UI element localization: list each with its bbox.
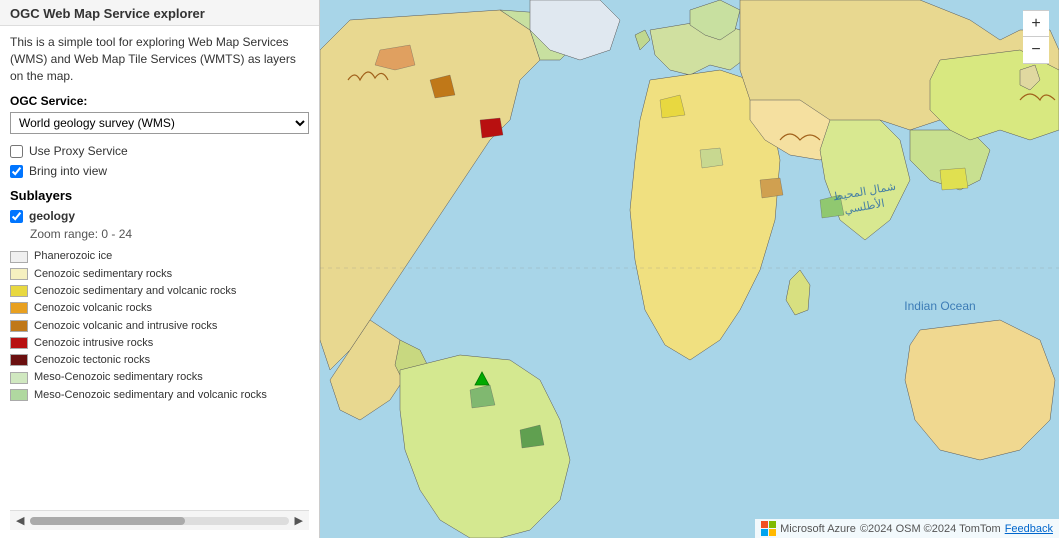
map-container[interactable]: شمال المحيط الأطلسي Indian Ocean + − Mic… bbox=[320, 0, 1059, 538]
legend-label: Cenozoic volcanic and intrusive rocks bbox=[34, 319, 217, 333]
ms-sq-blue bbox=[761, 529, 768, 536]
zoom-range: Zoom range: 0 - 24 bbox=[30, 227, 309, 241]
map-svg: شمال المحيط الأطلسي Indian Ocean bbox=[320, 0, 1059, 538]
sidebar: OGC Web Map Service explorer This is a s… bbox=[0, 0, 320, 538]
horizontal-scrollbar[interactable] bbox=[30, 517, 288, 525]
zoom-in-button[interactable]: + bbox=[1023, 11, 1049, 37]
legend-color-swatch bbox=[10, 389, 28, 401]
ms-logo-grid bbox=[761, 521, 776, 536]
map-zoom-controls: + − bbox=[1023, 10, 1049, 64]
sidebar-content: This is a simple tool for exploring Web … bbox=[0, 26, 319, 538]
use-proxy-checkbox[interactable] bbox=[10, 145, 23, 158]
legend-item: Phanerozoic ice bbox=[10, 249, 309, 263]
microsoft-logo bbox=[761, 521, 776, 536]
legend-label: Cenozoic sedimentary rocks bbox=[34, 267, 172, 281]
legend-item: Cenozoic tectonic rocks bbox=[10, 353, 309, 367]
bring-into-view-row: Bring into view bbox=[10, 164, 309, 178]
legend-item: Cenozoic volcanic and intrusive rocks bbox=[10, 319, 309, 333]
scroll-left-arrow[interactable]: ◀ bbox=[16, 514, 24, 527]
legend-color-swatch bbox=[10, 285, 28, 297]
sublayer-geology-label: geology bbox=[29, 209, 75, 223]
ms-sq-red bbox=[761, 521, 768, 528]
legend-scroll-wrapper: Phanerozoic ice Cenozoic sedimentary roc… bbox=[10, 249, 309, 510]
zoom-out-button[interactable]: − bbox=[1023, 37, 1049, 63]
legend-color-swatch bbox=[10, 251, 28, 263]
legend-label: Cenozoic intrusive rocks bbox=[34, 336, 153, 350]
legend-label: Cenozoic tectonic rocks bbox=[34, 353, 150, 367]
ogc-service-label: OGC Service: bbox=[10, 94, 309, 108]
legend-item: Cenozoic volcanic rocks bbox=[10, 301, 309, 315]
legend-item: Cenozoic intrusive rocks bbox=[10, 336, 309, 350]
legend-list[interactable]: Phanerozoic ice Cenozoic sedimentary roc… bbox=[10, 249, 309, 510]
sidebar-description: This is a simple tool for exploring Web … bbox=[10, 34, 309, 84]
legend-label: Cenozoic volcanic rocks bbox=[34, 301, 152, 315]
feedback-link[interactable]: Feedback bbox=[1005, 523, 1053, 535]
bottom-scroll-controls: ◀ ▶ bbox=[10, 510, 309, 530]
legend-color-swatch bbox=[10, 372, 28, 384]
sublayers-title: Sublayers bbox=[10, 188, 309, 203]
horizontal-scrollbar-thumb bbox=[30, 517, 185, 525]
ms-sq-yellow bbox=[769, 529, 776, 536]
legend-label: Phanerozoic ice bbox=[34, 249, 112, 263]
legend-item: Cenozoic sedimentary rocks bbox=[10, 267, 309, 281]
service-dropdown[interactable]: World geology survey (WMS) bbox=[10, 112, 309, 134]
legend-label: Cenozoic sedimentary and volcanic rocks bbox=[34, 284, 236, 298]
legend-item: Meso-Cenozoic sedimentary rocks bbox=[10, 370, 309, 384]
legend-color-swatch bbox=[10, 302, 28, 314]
sidebar-title: OGC Web Map Service explorer bbox=[0, 0, 319, 26]
bring-into-view-checkbox[interactable] bbox=[10, 165, 23, 178]
map-footer: Microsoft Azure ©2024 OSM ©2024 TomTom F… bbox=[755, 519, 1059, 538]
legend-color-swatch bbox=[10, 268, 28, 280]
sublayer-geology-row: geology bbox=[10, 209, 309, 223]
legend-item: Meso-Cenozoic sedimentary and volcanic r… bbox=[10, 388, 309, 402]
scroll-right-arrow[interactable]: ▶ bbox=[295, 514, 303, 527]
legend-color-swatch bbox=[10, 337, 28, 349]
sublayers-container: geology Zoom range: 0 - 24 Phanerozoic i… bbox=[10, 209, 309, 530]
sublayer-geology-checkbox[interactable] bbox=[10, 210, 23, 223]
legend-label: Meso-Cenozoic sedimentary rocks bbox=[34, 370, 203, 384]
legend-color-swatch bbox=[10, 320, 28, 332]
legend-color-swatch bbox=[10, 354, 28, 366]
use-proxy-row: Use Proxy Service bbox=[10, 144, 309, 158]
microsoft-label: Microsoft Azure bbox=[780, 523, 856, 535]
bring-into-view-label: Bring into view bbox=[29, 164, 107, 178]
copyright-text: ©2024 OSM ©2024 TomTom bbox=[860, 523, 1001, 535]
legend-item: Cenozoic sedimentary and volcanic rocks bbox=[10, 284, 309, 298]
use-proxy-label: Use Proxy Service bbox=[29, 144, 128, 158]
legend-label: Meso-Cenozoic sedimentary and volcanic r… bbox=[34, 388, 267, 402]
ms-sq-green bbox=[769, 521, 776, 528]
svg-text:Indian Ocean: Indian Ocean bbox=[904, 299, 975, 313]
